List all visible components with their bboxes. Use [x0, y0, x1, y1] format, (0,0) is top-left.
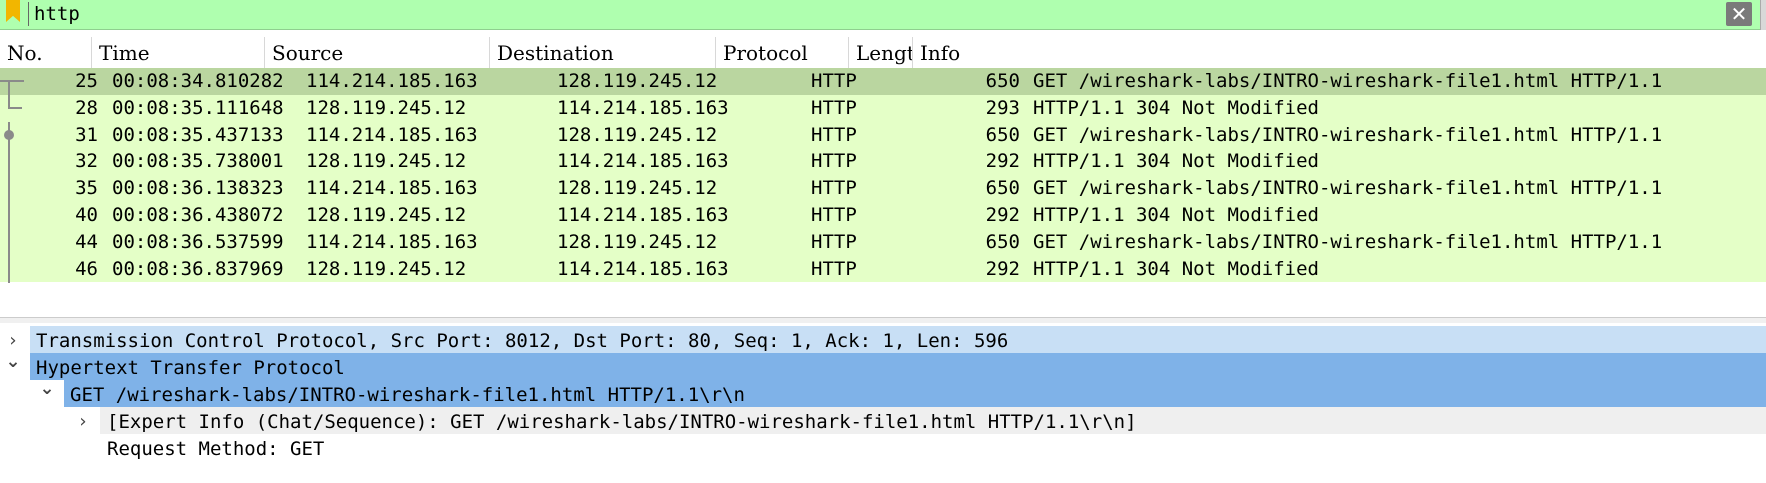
detail-tree-item[interactable]: › Transmission Control Protocol, Src Port…: [0, 326, 1766, 356]
packet-destination: 114.214.185.163: [557, 150, 729, 173]
packet-length: 292: [985, 257, 1020, 280]
packet-protocol: HTTP: [811, 123, 857, 146]
detail-tree-item[interactable]: › [Expert Info (Chat/Sequence): GET /wire…: [0, 406, 1766, 437]
detail-item-label: Request Method: GET: [107, 437, 325, 460]
packet-info: GET /wireshark-labs/INTRO-wireshark-file…: [1033, 177, 1663, 200]
column-header-length[interactable]: Lengt: [849, 37, 913, 68]
packet-info: GET /wireshark-labs/INTRO-wireshark-file…: [1033, 70, 1663, 92]
column-header-protocol[interactable]: Protocol: [716, 37, 849, 68]
packet-protocol: HTTP: [811, 204, 857, 226]
detail-item-label: GET /wireshark-labs/INTRO-wireshark-file…: [70, 383, 745, 406]
packet-source: 114.214.185.163: [306, 177, 478, 200]
packet-source: 114.214.185.163: [306, 230, 478, 253]
packet-source: 128.119.245.12: [306, 204, 467, 226]
packet-destination: 114.214.185.163: [557, 257, 729, 280]
detail-item-label: Hypertext Transfer Protocol: [36, 356, 345, 379]
packet-length: 293: [985, 96, 1020, 119]
packet-length: 292: [985, 204, 1020, 226]
packet-info: HTTP/1.1 304 Not Modified: [1033, 96, 1319, 119]
column-header-info[interactable]: Info: [913, 37, 1766, 68]
filter-bar-edge: [1760, 0, 1766, 30]
column-header-time[interactable]: Time: [92, 37, 265, 68]
detail-tree-item[interactable]: ⌄ Hypertext Transfer Protocol: [0, 352, 1766, 383]
packet-list[interactable]: No. Time Source Destination Protocol Len…: [0, 37, 1766, 283]
packet-details-tree[interactable]: › Transmission Control Protocol, Src Port…: [0, 326, 1766, 483]
display-filter-input[interactable]: [34, 0, 1714, 28]
packet-protocol: HTTP: [811, 177, 857, 200]
packet-time: 00:08:35.738001: [112, 150, 284, 173]
packet-length: 292: [985, 150, 1020, 173]
packet-destination: 114.214.185.163: [557, 96, 729, 119]
display-filter-bar: ✕: [0, 0, 1766, 30]
packet-row[interactable]: 35 00:08:36.138323 114.214.185.163 128.119.…: [0, 175, 1766, 203]
packet-source: 114.214.185.163: [306, 70, 478, 92]
packet-time: 00:08:36.537599: [112, 230, 284, 253]
packet-list-header: No. Time Source Destination Protocol Len…: [0, 37, 1766, 69]
packet-info: HTTP/1.1 304 Not Modified: [1033, 204, 1319, 226]
pane-splitter[interactable]: [0, 317, 1766, 323]
bookmark-icon[interactable]: [6, 0, 20, 22]
packet-source: 128.119.245.12: [306, 257, 467, 280]
related-packet-indicator: [0, 228, 30, 256]
packet-row[interactable]: 28 00:08:35.111648 128.119.245.12 114.214.1…: [0, 94, 1766, 122]
packet-source: 114.214.185.163: [306, 123, 478, 146]
packet-destination: 128.119.245.12: [557, 123, 718, 146]
related-packet-indicator: [0, 94, 30, 122]
packet-time: 00:08:36.138323: [112, 177, 284, 200]
column-header-source[interactable]: Source: [265, 37, 490, 68]
packet-time: 00:08:34.810282: [112, 70, 284, 92]
packet-info: GET /wireshark-labs/INTRO-wireshark-file…: [1033, 230, 1663, 253]
related-packet-indicator: [0, 255, 30, 283]
detail-tree-item[interactable]: ⌄ GET /wireshark-labs/INTRO-wireshark-fil…: [0, 379, 1766, 410]
packet-source: 128.119.245.12: [306, 96, 467, 119]
packet-time: 00:08:36.438072: [112, 204, 284, 226]
packet-row[interactable]: 25 00:08:34.810282 114.214.185.163 128.119.…: [0, 68, 1766, 95]
filter-separator: [28, 2, 29, 26]
packet-row[interactable]: 44 00:08:36.537599 114.214.185.163 128.119.…: [0, 228, 1766, 256]
related-packet-indicator: [0, 68, 30, 95]
packet-row[interactable]: 32 00:08:35.738001 128.119.245.12 114.214.1…: [0, 148, 1766, 176]
detail-item-highlight: [100, 433, 1766, 461]
packet-protocol: HTTP: [811, 230, 857, 253]
packet-length: 650: [985, 230, 1020, 253]
related-packet-indicator: [0, 202, 30, 229]
clear-filter-icon[interactable]: ✕: [1726, 2, 1752, 26]
packet-time: 00:08:36.837969: [112, 257, 284, 280]
packet-destination: 114.214.185.163: [557, 204, 729, 226]
chevron-down-icon[interactable]: ⌄: [3, 352, 23, 371]
packet-length: 650: [985, 70, 1020, 92]
packet-length: 650: [985, 177, 1020, 200]
packet-protocol: HTTP: [811, 150, 857, 173]
packet-info: GET /wireshark-labs/INTRO-wireshark-file…: [1033, 123, 1663, 146]
packet-time: 00:08:35.111648: [112, 96, 284, 119]
packet-protocol: HTTP: [811, 70, 857, 92]
packet-info: HTTP/1.1 304 Not Modified: [1033, 150, 1319, 173]
related-packet-indicator: [0, 175, 30, 203]
packet-info: HTTP/1.1 304 Not Modified: [1033, 257, 1319, 280]
packet-protocol: HTTP: [811, 257, 857, 280]
packet-length: 650: [985, 123, 1020, 146]
column-header-destination[interactable]: Destination: [490, 37, 716, 68]
packet-destination: 128.119.245.12: [557, 177, 718, 200]
detail-item-label: Transmission Control Protocol, Src Port:…: [36, 330, 1009, 352]
packet-row[interactable]: 40 00:08:36.438072 128.119.245.12 114.214.1…: [0, 202, 1766, 229]
packet-destination: 128.119.245.12: [557, 70, 718, 92]
related-packet-indicator: [0, 121, 30, 149]
packet-row[interactable]: 46 00:08:36.837969 128.119.245.12 114.214.1…: [0, 255, 1766, 283]
detail-item-label: [Expert Info (Chat/Sequence): GET /wires…: [107, 410, 1137, 433]
detail-tree-item[interactable]: Request Method: GET: [0, 433, 1766, 464]
chevron-right-icon[interactable]: ›: [73, 407, 93, 437]
packet-time: 00:08:35.437133: [112, 123, 284, 146]
column-header-no[interactable]: No.: [0, 37, 92, 68]
packet-protocol: HTTP: [811, 96, 857, 119]
related-packet-indicator: [0, 148, 30, 176]
packet-destination: 128.119.245.12: [557, 230, 718, 253]
chevron-down-icon[interactable]: ⌄: [37, 379, 57, 398]
packet-source: 128.119.245.12: [306, 150, 467, 173]
packet-row[interactable]: 31 00:08:35.437133 114.214.185.163 128.119.…: [0, 121, 1766, 149]
